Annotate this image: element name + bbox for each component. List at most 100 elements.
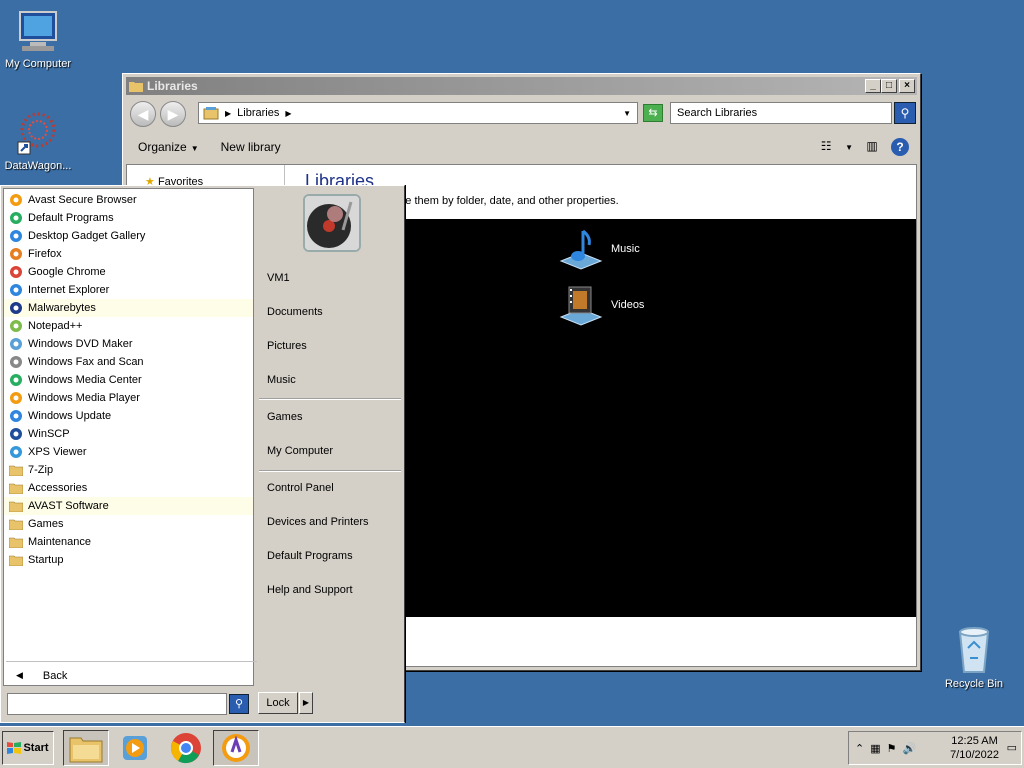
search-input[interactable]: Search Libraries	[670, 102, 892, 124]
turntable-icon	[305, 196, 359, 250]
refresh-button[interactable]: ⇆	[643, 104, 663, 122]
display-icon[interactable]: ▭	[1007, 741, 1017, 754]
start-pictures-link[interactable]: Pictures	[267, 340, 307, 352]
list-item[interactable]: Startup	[4, 551, 253, 569]
avatar[interactable]	[303, 194, 361, 252]
program-label: Google Chrome	[28, 266, 106, 278]
address-bar-row: ◀ ▶ ▶ Libraries ▶ ▼ ⇆ Search Libraries ⚲	[126, 98, 917, 130]
library-item-music[interactable]: Music	[557, 225, 640, 273]
list-item[interactable]: WinSCP	[4, 425, 253, 443]
desktop-icon-datawagon[interactable]: DataWagon...	[0, 110, 76, 172]
back-button[interactable]: ◀ Back	[6, 661, 257, 689]
new-library-button[interactable]: New library	[221, 140, 281, 154]
network-icon[interactable]: ▦	[870, 742, 880, 755]
list-item[interactable]: Notepad++	[4, 317, 253, 335]
desktop-icon-my-computer[interactable]: My Computer	[0, 8, 76, 70]
list-item[interactable]: Firefox	[4, 245, 253, 263]
folder-icon	[8, 534, 24, 550]
start-control-panel-link[interactable]: Control Panel	[267, 482, 334, 494]
program-label: Desktop Gadget Gallery	[28, 230, 146, 242]
preview-pane-icon[interactable]: ▥	[863, 139, 881, 155]
forward-nav-button[interactable]: ▶	[160, 101, 186, 127]
list-item[interactable]: Google Chrome	[4, 263, 253, 281]
list-item[interactable]: XPS Viewer	[4, 443, 253, 461]
start-menu: Avast Secure Browser Default Programs Desk…	[0, 185, 405, 723]
start-default-programs-link[interactable]: Default Programs	[267, 550, 353, 562]
list-item[interactable]: AVAST Software	[4, 497, 253, 515]
list-item[interactable]: Desktop Gadget Gallery	[4, 227, 253, 245]
list-item[interactable]: Maintenance	[4, 533, 253, 551]
maximize-button[interactable]: □	[881, 79, 897, 93]
window-titlebar[interactable]: Libraries _ □ ×	[126, 77, 917, 95]
taskbar-avast-browser[interactable]	[213, 730, 259, 766]
list-item[interactable]: Windows Update	[4, 407, 253, 425]
library-item-videos[interactable]: Videos	[557, 281, 644, 329]
program-label: Windows DVD Maker	[28, 338, 133, 350]
program-label: Internet Explorer	[28, 284, 110, 296]
list-item[interactable]: Accessories	[4, 479, 253, 497]
ie-icon	[8, 282, 24, 298]
desktop-icon-recycle-bin[interactable]: Recycle Bin	[934, 626, 1014, 690]
organize-button[interactable]: Organize ▼	[138, 140, 199, 154]
list-item[interactable]: Windows DVD Maker	[4, 335, 253, 353]
help-icon[interactable]: ?	[891, 138, 909, 156]
avast-browser-icon	[8, 192, 24, 208]
clock[interactable]: 12:25 AM 7/10/2022	[950, 734, 999, 762]
start-help-link[interactable]: Help and Support	[267, 584, 353, 596]
start-user-link[interactable]: VM1	[267, 272, 290, 284]
list-item[interactable]: Malwarebytes	[4, 299, 253, 317]
start-button[interactable]: Start	[2, 731, 54, 765]
search-icon[interactable]: ⚲	[894, 102, 916, 124]
program-label: Maintenance	[28, 536, 91, 548]
chrome-icon	[171, 733, 201, 764]
chevron-up-icon[interactable]: ⌃	[855, 742, 864, 755]
malwarebytes-icon	[8, 300, 24, 316]
chevron-down-icon[interactable]: ▼	[845, 143, 853, 152]
taskbar-media-player[interactable]	[112, 730, 158, 766]
program-label: Malwarebytes	[28, 302, 96, 314]
winscp-icon	[8, 426, 24, 442]
music-library-icon	[559, 229, 603, 270]
clock-time: 12:25 AM	[951, 735, 998, 747]
program-label: Windows Media Player	[28, 392, 140, 404]
chevron-down-icon[interactable]: ▼	[623, 109, 631, 118]
start-documents-link[interactable]: Documents	[267, 306, 323, 318]
list-item[interactable]: Default Programs	[4, 209, 253, 227]
list-item[interactable]: Windows Media Center	[4, 371, 253, 389]
program-label: Firefox	[28, 248, 62, 260]
list-item[interactable]: Windows Media Player	[4, 389, 253, 407]
start-computer-link[interactable]: My Computer	[267, 445, 333, 457]
list-item[interactable]: Games	[4, 515, 253, 533]
volume-icon[interactable]: 🔊	[903, 742, 917, 755]
lock-options-arrow[interactable]: ▶	[299, 692, 313, 714]
change-view-icon[interactable]: ☷	[817, 139, 835, 155]
taskbar-chrome[interactable]	[163, 730, 209, 766]
lock-button[interactable]: Lock	[258, 692, 298, 714]
address-field[interactable]: ▶ Libraries ▶ ▼	[198, 102, 638, 124]
list-item[interactable]: 7-Zip	[4, 461, 253, 479]
start-music-link[interactable]: Music	[267, 374, 296, 386]
list-item[interactable]: Internet Explorer	[4, 281, 253, 299]
media-center-icon	[8, 372, 24, 388]
fax-icon	[8, 354, 24, 370]
desktop-icon-label: Recycle Bin	[944, 678, 1004, 690]
list-item[interactable]: Avast Secure Browser	[4, 191, 253, 209]
taskbar: Start ⌃ ▦ ⚑ 🔊 12:25 AM 7/10/2022 ▭	[0, 726, 1024, 768]
back-nav-button[interactable]: ◀	[130, 101, 156, 127]
start-search-input[interactable]	[7, 693, 227, 715]
taskbar-explorer[interactable]	[63, 730, 109, 766]
action-center-flag-icon[interactable]: ⚑	[887, 742, 897, 755]
program-label: Accessories	[28, 482, 88, 494]
libraries-icon	[203, 107, 219, 120]
start-devices-link[interactable]: Devices and Printers	[267, 516, 369, 528]
list-item[interactable]: Windows Fax and Scan	[4, 353, 253, 371]
start-games-link[interactable]: Games	[267, 411, 302, 423]
folder-icon	[8, 552, 24, 568]
program-label: Windows Update	[28, 410, 112, 422]
search-icon[interactable]: ⚲	[229, 694, 249, 714]
minimize-button[interactable]: _	[865, 79, 881, 93]
close-button[interactable]: ×	[899, 79, 915, 93]
program-label: Default Programs	[28, 212, 114, 224]
desktop-icon-label: My Computer	[4, 58, 72, 70]
program-label: AVAST Software	[28, 500, 109, 512]
